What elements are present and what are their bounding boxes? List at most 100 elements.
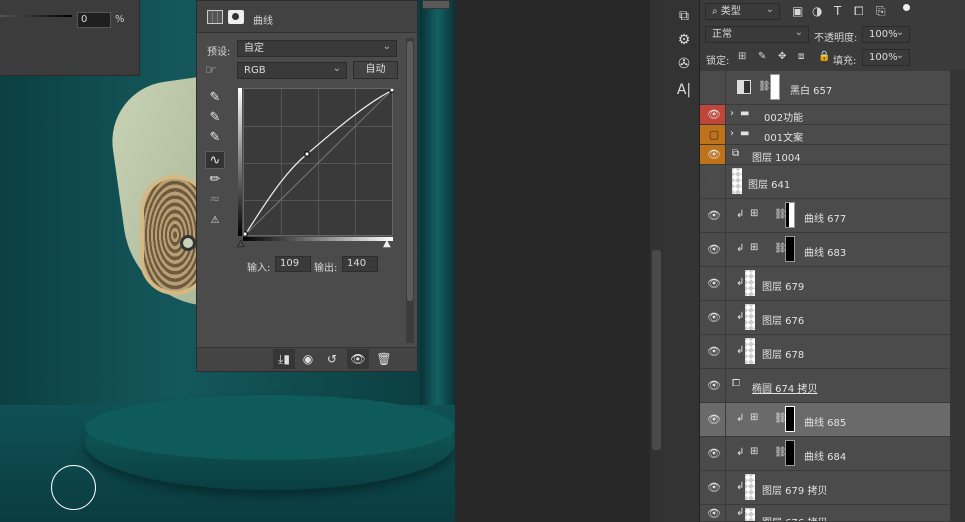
curve-line[interactable] (244, 89, 394, 237)
preset-select[interactable]: 自定 (237, 39, 397, 57)
layer-mask-thumbnail[interactable] (785, 440, 795, 466)
layer-name: 001文案 (764, 133, 804, 144)
clip-arrow-icon: ↲ (736, 209, 745, 220)
filter-shape-icon[interactable]: ⧠ (854, 4, 864, 19)
brush-settings-icon[interactable]: ✇ (674, 54, 694, 74)
layer-mask-thumbnail[interactable] (785, 202, 795, 228)
percent-slider[interactable] (0, 15, 72, 17)
eyedropper-white-icon[interactable]: ✎ (205, 129, 225, 147)
layer-thumbnail[interactable] (745, 338, 755, 364)
layer-row[interactable]: 👁 ↲ 图层 679 (700, 267, 950, 301)
layer-row[interactable]: 👁 ↲ ⊞ ⛓ 曲线 684 (700, 437, 950, 471)
delete-icon[interactable]: 🗑 (373, 349, 395, 369)
curve-tool-icon[interactable]: ∿ (205, 151, 225, 169)
layer-name: 黑白 657 (790, 86, 833, 97)
layer-name: 曲线 685 (804, 418, 847, 429)
clip-arrow-icon: ↲ (736, 447, 745, 458)
curve-graph[interactable] (243, 88, 394, 237)
layer-row[interactable]: ▢ 图层 641 (700, 165, 950, 199)
percent-input[interactable]: 0 (77, 12, 111, 28)
input-value-field[interactable]: 109 (275, 256, 311, 272)
layer-row[interactable]: 👁 ↲ 图层 676 (700, 301, 950, 335)
lock-transparent-icon[interactable]: ⊞ (738, 51, 746, 62)
opacity-input[interactable]: 100% (862, 25, 910, 43)
layer-filter-row: ⌕ 类型 ▣ ◑ T ⧠ ⎘ (700, 0, 965, 24)
curves-adjustment-icon[interactable] (207, 10, 223, 24)
blend-row: 正常 不透明度: 100% (700, 24, 965, 48)
black-point-slider[interactable]: △ (237, 238, 245, 249)
visibility-eye-icon[interactable]: 👁 (706, 507, 722, 521)
auto-button[interactable]: 自动 (353, 61, 398, 79)
layers-scrollbar[interactable] (950, 70, 965, 522)
layer-thumbnail[interactable] (745, 270, 755, 296)
layer-filter-select[interactable]: ⌕ 类型 (705, 2, 780, 20)
lock-image-icon[interactable]: ✎ (758, 51, 766, 62)
layer-thumbnail[interactable] (745, 474, 755, 500)
smart-object-icon: ⧉ (732, 148, 740, 159)
character-icon[interactable]: A| (674, 80, 694, 100)
pencil-icon[interactable]: ✏ (205, 171, 225, 189)
chain-icon[interactable]: ⛓ (758, 81, 771, 92)
eyedropper-black-icon[interactable]: ✎ (205, 89, 225, 107)
history-icon[interactable]: ⧉ (674, 6, 694, 26)
filter-type-icon[interactable]: T (834, 4, 841, 18)
blend-mode-select[interactable]: 正常 (705, 25, 809, 43)
channel-select[interactable]: RGB (237, 61, 347, 79)
lock-all-icon[interactable]: 🔒 (818, 51, 830, 62)
fill-input[interactable]: 100% (862, 48, 910, 66)
filter-toggle-icon[interactable] (903, 4, 910, 11)
layer-mask-thumbnail[interactable] (770, 74, 780, 100)
layer-mask-thumbnail[interactable] (785, 236, 795, 262)
layer-mask-thumbnail[interactable] (785, 406, 795, 432)
target-adjust-icon[interactable]: ☞ (205, 63, 217, 78)
layer-row[interactable]: ▢ ⛓ 黑白 657 (700, 71, 950, 105)
smooth-icon[interactable]: ≈ (205, 191, 225, 209)
filter-smart-icon[interactable]: ⎘ (876, 4, 886, 19)
layer-row[interactable]: 👁 ⧠ 椭圆 674 拷贝 (700, 369, 950, 403)
filter-pixel-icon[interactable]: ▣ (792, 4, 803, 18)
filter-adjustment-icon[interactable]: ◑ (812, 4, 822, 18)
output-label: 输出: (314, 263, 338, 274)
output-value-field[interactable]: 140 (342, 256, 378, 272)
folder-icon: ▬ (740, 128, 750, 139)
mask-icon[interactable] (228, 10, 244, 24)
lock-artboard-icon[interactable]: ⧈ (798, 51, 804, 62)
visibility-icon[interactable]: 👁 (347, 349, 369, 369)
properties-panel-fragment: 0 % (0, 0, 140, 76)
lock-position-icon[interactable]: ✥ (778, 51, 786, 62)
pedestal-top (85, 395, 455, 460)
layer-group-row[interactable]: 👁 › ▬ 002功能 (700, 105, 950, 125)
eyedropper-gray-icon[interactable]: ✎ (205, 109, 225, 127)
curves-panel-footer: ⤓▮ ◉ ↺ 👁 🗑 (197, 347, 417, 371)
layer-row-selected[interactable]: 👁 ↲ ⊞ ⛓ 曲线 685 (700, 403, 950, 437)
layer-thumbnail[interactable] (745, 508, 755, 521)
white-point-slider[interactable]: ▲ (383, 238, 391, 249)
curtain-fold (420, 0, 455, 410)
layer-name: 椭圆 674 拷贝 (752, 384, 818, 395)
expand-chevron-icon[interactable]: › (730, 108, 734, 119)
black-white-adjust-icon (737, 80, 751, 94)
layer-row[interactable]: 👁 ↲ 图层 678 (700, 335, 950, 369)
layer-row[interactable]: 👁 ⧉ 图层 1004 (700, 145, 950, 165)
canvas-scroll-thumb[interactable] (652, 250, 661, 450)
reset-icon[interactable]: ↺ (321, 349, 343, 369)
layer-thumbnail[interactable] (745, 304, 755, 330)
view-previous-icon[interactable]: ◉ (297, 349, 319, 369)
layer-name: 图层 679 (762, 282, 805, 293)
clip-arrow-icon: ↲ (736, 311, 745, 322)
expand-chevron-icon[interactable]: › (730, 128, 734, 139)
clip-to-layer-icon[interactable]: ⤓▮ (273, 349, 295, 369)
curves-panel-scroll-thumb[interactable] (407, 41, 413, 301)
layer-row[interactable]: 👁 ↲ 图层 676 拷贝 (700, 505, 950, 522)
output-gradient-bar (238, 88, 242, 236)
layer-thumbnail[interactable] (732, 168, 742, 194)
layer-row[interactable]: 👁 ↲ ⊞ ⛓ 曲线 677 (700, 199, 950, 233)
layer-name: 曲线 684 (804, 452, 847, 463)
layer-group-row[interactable]: ▢ › ▬ 001文案 (700, 125, 950, 145)
clipping-warning-icon[interactable]: ⚠ (205, 212, 225, 230)
lock-row: 锁定: ⊞ ✎ ✥ ⧈ 🔒 填充: 100% (700, 47, 965, 71)
panel-collapse-button[interactable] (422, 0, 450, 9)
layer-row[interactable]: 👁 ↲ 图层 679 拷贝 (700, 471, 950, 505)
layer-row[interactable]: 👁 ↲ ⊞ ⛓ 曲线 683 (700, 233, 950, 267)
adjustments-icon[interactable]: ⚙ (674, 30, 694, 50)
